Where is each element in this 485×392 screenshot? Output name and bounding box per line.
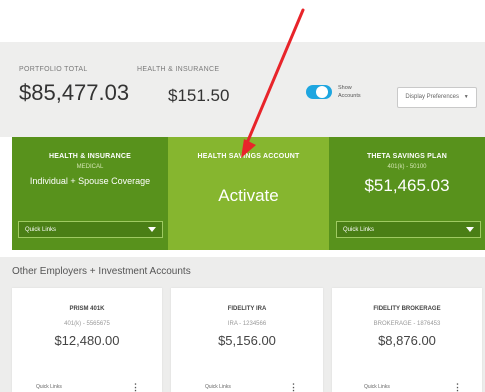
red-arrow-annotation [241,8,305,158]
